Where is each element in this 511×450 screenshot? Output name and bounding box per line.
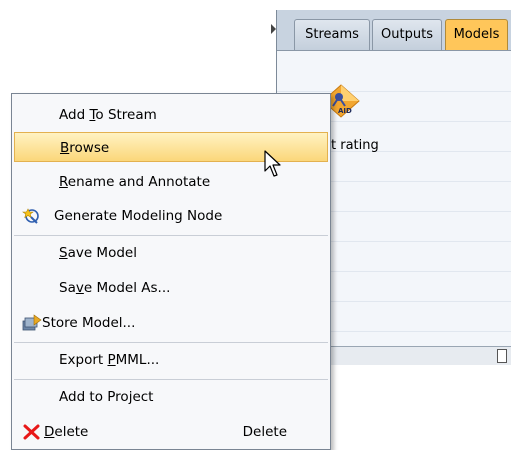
tab-outputs[interactable]: Outputs <box>372 19 442 50</box>
menu-item-label: Add to Project <box>59 389 154 405</box>
menu-item-label: Export PMML... <box>59 352 160 368</box>
tab-models[interactable]: Models <box>445 19 508 50</box>
generate-wand-icon <box>22 208 39 224</box>
menu-item-label: Store Model... <box>42 315 136 331</box>
menu-item-label: Generate Modeling Node <box>54 208 223 224</box>
menu-item-save-model-as[interactable]: Save Model As... <box>14 273 328 303</box>
delete-shortcut: Delete <box>242 424 287 440</box>
tab-streams[interactable]: Streams <box>294 19 370 50</box>
scrollbar-thumb[interactable] <box>497 349 507 363</box>
menu-item-store-model[interactable]: Store Model... <box>14 308 328 338</box>
model-context-menu: Add To Stream Browse Rename and Annotate… <box>11 93 331 450</box>
menu-item-label: Rename and Annotate <box>59 174 211 190</box>
model-label[interactable]: t rating <box>331 138 379 153</box>
palette-tab-bar: Streams Outputs Models <box>277 10 511 51</box>
model-badge: AID <box>338 107 352 115</box>
menu-item-delete[interactable]: Delete Delete <box>14 417 328 447</box>
menu-separator <box>14 342 328 343</box>
store-repository-icon <box>22 314 42 331</box>
menu-item-label: Delete <box>44 424 89 440</box>
menu-item-label: Save Model <box>59 245 137 261</box>
menu-item-export-pmml[interactable]: Export PMML... <box>14 345 328 375</box>
menu-separator <box>14 235 328 236</box>
menu-item-label: Browse <box>60 140 110 156</box>
delete-x-icon <box>23 424 40 440</box>
menu-item-label: Add To Stream <box>59 107 157 123</box>
menu-item-label: Save Model As... <box>59 280 171 296</box>
menu-item-save-model[interactable]: Save Model <box>14 238 328 268</box>
menu-item-add-to-stream[interactable]: Add To Stream <box>14 100 328 130</box>
menu-separator <box>14 379 328 380</box>
menu-item-add-to-project[interactable]: Add to Project <box>14 382 328 412</box>
mouse-pointer-icon <box>264 150 281 177</box>
menu-item-generate-modeling-node[interactable]: Generate Modeling Node <box>14 201 328 231</box>
